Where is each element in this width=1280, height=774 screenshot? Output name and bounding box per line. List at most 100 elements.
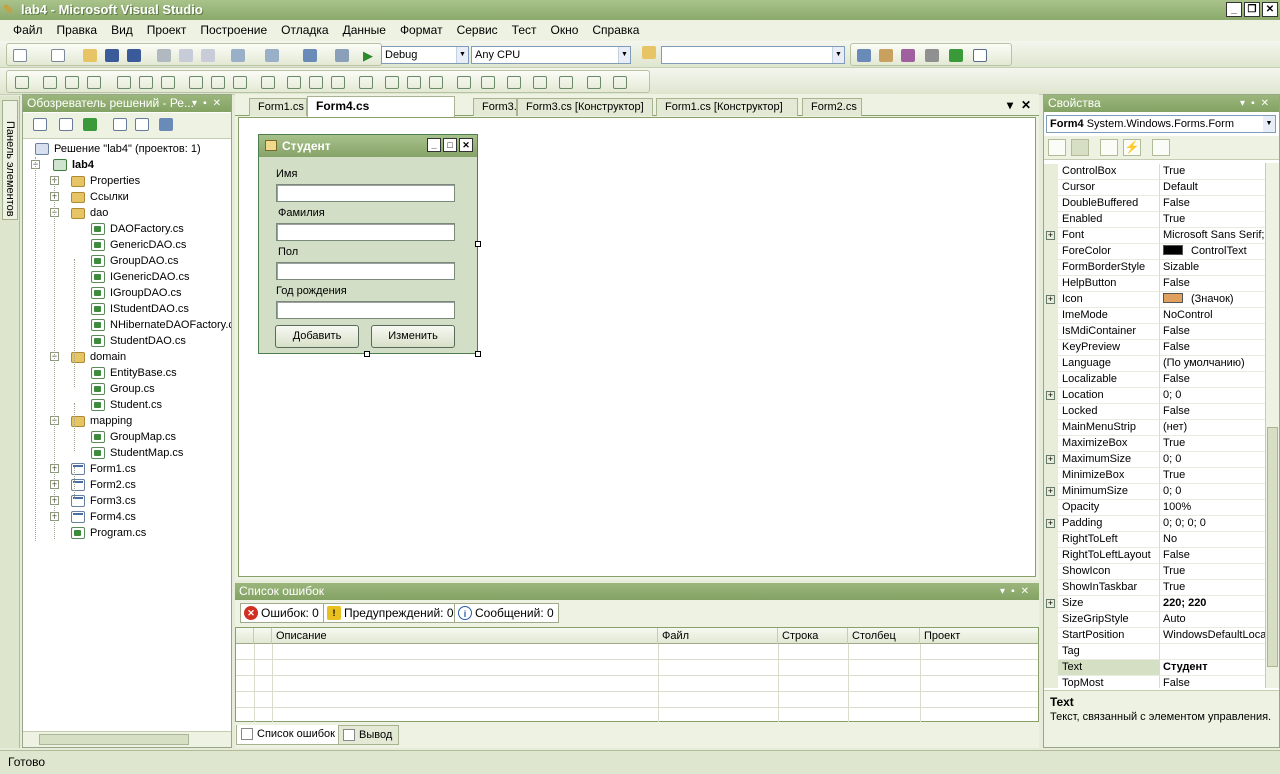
property-value[interactable]: True — [1160, 468, 1265, 484]
property-row[interactable]: + Size 220; 220 — [1044, 596, 1265, 612]
property-value[interactable]: Студент — [1160, 660, 1265, 676]
property-row[interactable]: FormBorderStyle Sizable — [1044, 260, 1265, 276]
minimize-button[interactable]: _ — [1226, 2, 1242, 17]
property-row[interactable]: Localizable False — [1044, 372, 1265, 388]
birth-year-label[interactable]: Год рождения — [276, 285, 347, 297]
layout-align-icon[interactable] — [407, 76, 421, 89]
tree-item[interactable]: Решение "lab4" (проектов: 1) — [23, 141, 231, 157]
menu-item[interactable]: Справка — [585, 20, 646, 41]
warnings-filter-button[interactable]: ! Предупреждений: 0 — [323, 603, 459, 623]
scrollbar-thumb[interactable] — [39, 734, 189, 745]
solution-explorer-icon[interactable] — [857, 49, 871, 62]
resize-handle[interactable] — [475, 241, 481, 247]
gender-label[interactable]: Пол — [278, 246, 298, 258]
save-icon[interactable] — [105, 49, 119, 62]
undo-icon[interactable] — [231, 49, 245, 62]
layout-align-icon[interactable] — [189, 76, 203, 89]
property-row[interactable]: MaximizeBox True — [1044, 436, 1265, 452]
layout-align-icon[interactable] — [507, 76, 521, 89]
close-tab-icon[interactable]: ✕ — [1021, 98, 1031, 112]
show-all-files-icon[interactable] — [59, 118, 73, 131]
property-value[interactable]: True — [1160, 436, 1265, 452]
tab-form1-cs[interactable]: Form1.cs — [249, 98, 307, 116]
property-value[interactable]: 0; 0 — [1160, 388, 1265, 404]
column-header-line[interactable]: Строка — [778, 628, 848, 644]
menu-item[interactable]: Построение — [193, 20, 274, 41]
layout-align-icon[interactable] — [233, 76, 247, 89]
layout-align-icon[interactable] — [481, 76, 495, 89]
property-row[interactable]: + MaximumSize 0; 0 — [1044, 452, 1265, 468]
menu-item[interactable]: Отладка — [274, 20, 335, 41]
property-row[interactable]: + Location 0; 0 — [1044, 388, 1265, 404]
layout-align-icon[interactable] — [139, 76, 153, 89]
alphabetical-icon[interactable] — [1071, 139, 1089, 156]
property-row[interactable]: Tag — [1044, 644, 1265, 660]
property-row[interactable]: HelpButton False — [1044, 276, 1265, 292]
navigate-backward-icon[interactable] — [303, 49, 317, 62]
property-row[interactable]: ShowIcon True — [1044, 564, 1265, 580]
layout-align-icon[interactable] — [261, 76, 275, 89]
property-row[interactable]: KeyPreview False — [1044, 340, 1265, 356]
properties-window-icon[interactable] — [879, 49, 893, 62]
close-button[interactable]: ✕ — [1262, 2, 1278, 17]
property-row[interactable]: Text Студент — [1044, 660, 1265, 676]
surname-label[interactable]: Фамилия — [278, 207, 325, 219]
cut-icon[interactable] — [157, 49, 171, 62]
property-pages-icon[interactable] — [1152, 139, 1170, 156]
panel-controls[interactable]: ▾▪✕ — [1000, 583, 1035, 600]
menu-item[interactable]: Проект — [140, 20, 194, 41]
layout-align-icon[interactable] — [15, 76, 29, 89]
property-row[interactable]: ImeMode NoControl — [1044, 308, 1265, 324]
redo-icon[interactable] — [265, 49, 279, 62]
tab-form1-cs[interactable]: Form1.cs [Конструктор] — [656, 98, 798, 116]
resize-handle[interactable] — [364, 351, 370, 357]
layout-align-icon[interactable] — [211, 76, 225, 89]
column-header-number[interactable] — [254, 628, 272, 644]
column-header-icon[interactable] — [236, 628, 254, 644]
tab-form2-cs[interactable]: Form2.cs — [802, 98, 862, 116]
property-value[interactable]: Auto — [1160, 612, 1265, 628]
property-row[interactable]: Enabled True — [1044, 212, 1265, 228]
property-row[interactable]: TopMost False — [1044, 676, 1265, 688]
save-all-icon[interactable] — [127, 49, 141, 62]
property-value[interactable]: False — [1160, 372, 1265, 388]
paste-icon[interactable] — [201, 49, 215, 62]
layout-align-icon[interactable] — [65, 76, 79, 89]
property-value[interactable]: 0; 0 — [1160, 452, 1265, 468]
property-value[interactable]: False — [1160, 548, 1265, 564]
tab-form3-cs[interactable]: Form3.cs [Конструктор] — [517, 98, 653, 116]
new-project-icon[interactable] — [13, 49, 27, 62]
layout-align-icon[interactable] — [533, 76, 547, 89]
layout-align-icon[interactable] — [429, 76, 443, 89]
start-debugging-icon[interactable]: ▶ — [363, 49, 377, 62]
property-value[interactable]: False — [1160, 276, 1265, 292]
toolbox-icon[interactable] — [925, 49, 939, 62]
categorized-icon[interactable] — [1048, 139, 1066, 156]
view-designer-icon[interactable] — [135, 118, 149, 131]
find-in-files-icon[interactable] — [642, 46, 656, 59]
property-value[interactable]: False — [1160, 340, 1265, 356]
property-value[interactable]: No — [1160, 532, 1265, 548]
property-value[interactable]: Sizable — [1160, 260, 1265, 276]
property-row[interactable]: + Icon (Значок) — [1044, 292, 1265, 308]
property-value[interactable]: True — [1160, 212, 1265, 228]
expand-icon[interactable]: + — [1046, 599, 1055, 608]
property-value[interactable]: False — [1160, 404, 1265, 420]
menu-item[interactable]: Файл — [6, 20, 50, 41]
resize-handle[interactable] — [475, 351, 481, 357]
events-icon[interactable]: ⚡ — [1123, 139, 1141, 156]
column-header-column[interactable]: Столбец — [848, 628, 920, 644]
property-row[interactable]: SizeGripStyle Auto — [1044, 612, 1265, 628]
property-value[interactable]: NoControl — [1160, 308, 1265, 324]
platform-combo[interactable]: Any CPU ▼ — [471, 46, 631, 64]
column-header-project[interactable]: Проект — [920, 628, 1038, 644]
messages-filter-button[interactable]: i Сообщений: 0 — [454, 603, 559, 623]
menu-item[interactable]: Тест — [505, 20, 544, 41]
expand-icon[interactable]: + — [1046, 295, 1055, 304]
menu-item[interactable]: Окно — [544, 20, 586, 41]
open-file-icon[interactable] — [83, 49, 97, 62]
column-header-description[interactable]: Описание — [272, 628, 658, 644]
layout-align-icon[interactable] — [43, 76, 57, 89]
property-value[interactable]: False — [1160, 676, 1265, 688]
property-row[interactable]: Locked False — [1044, 404, 1265, 420]
